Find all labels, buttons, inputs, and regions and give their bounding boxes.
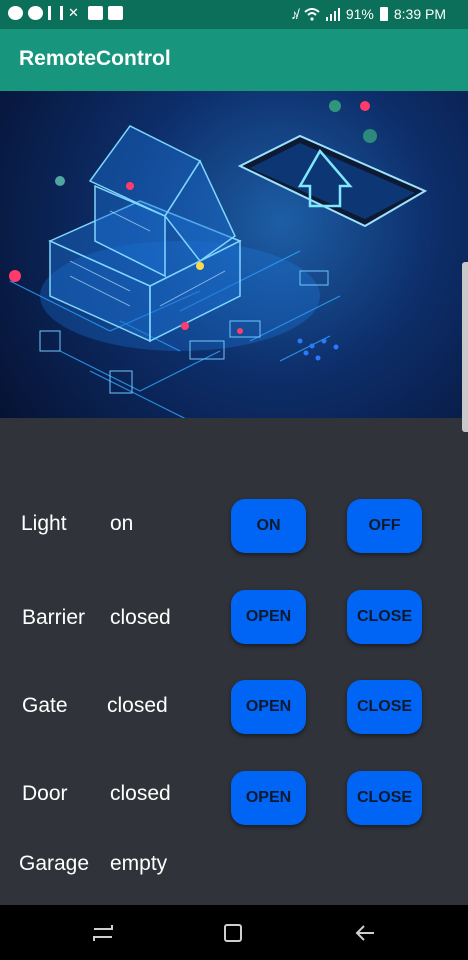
status-bar: ✕ ♪̸ 91% 8:39 PM: [0, 0, 468, 29]
app-title: RemoteControl: [19, 47, 171, 70]
barrier-open-button[interactable]: OPEN: [231, 590, 306, 644]
recent-apps-icon[interactable]: [92, 923, 114, 943]
battery-percent: 91%: [345, 6, 374, 22]
notification-icon: [48, 6, 63, 20]
battery-icon: [379, 7, 388, 21]
barrier-label: Barrier: [22, 606, 86, 629]
app-bar: RemoteControl: [0, 29, 468, 91]
hero-image: [0, 91, 468, 418]
light-label: Light: [21, 512, 67, 535]
home-icon[interactable]: [223, 923, 243, 943]
door-close-button[interactable]: CLOSE: [347, 771, 422, 825]
gate-label: Gate: [22, 694, 68, 717]
back-icon[interactable]: [354, 923, 376, 943]
messenger-icon: [8, 6, 23, 20]
gate-status: closed: [107, 694, 168, 717]
barrier-status: closed: [110, 606, 171, 629]
garage-status: empty: [110, 852, 168, 875]
mute-icon: ✕: [68, 5, 79, 20]
smart-home-illustration: [9, 100, 428, 418]
messenger-icon: [28, 6, 43, 20]
barrier-close-button[interactable]: CLOSE: [347, 590, 422, 644]
light-off-button[interactable]: OFF: [347, 499, 422, 553]
status-left-icons: ✕: [8, 6, 123, 20]
light-status: on: [110, 512, 134, 535]
light-on-button[interactable]: ON: [231, 499, 306, 553]
mute-icon: ♪̸: [290, 6, 298, 22]
door-open-button[interactable]: OPEN: [231, 771, 306, 825]
image-icon: [88, 6, 103, 20]
gate-open-button[interactable]: OPEN: [231, 680, 306, 734]
on-badge-icon: [108, 6, 123, 20]
clock: 8:39 PM: [393, 6, 446, 22]
navigation-bar: [0, 905, 468, 960]
scrollbar[interactable]: [462, 262, 468, 432]
status-right-icons: ♪̸ 91% 8:39 PM: [291, 6, 446, 22]
door-status: closed: [110, 782, 171, 805]
garage-label: Garage: [19, 852, 90, 875]
gate-close-button[interactable]: CLOSE: [347, 680, 422, 734]
signal-icon: [325, 7, 340, 21]
door-label: Door: [22, 782, 68, 805]
wifi-icon: [304, 7, 320, 21]
